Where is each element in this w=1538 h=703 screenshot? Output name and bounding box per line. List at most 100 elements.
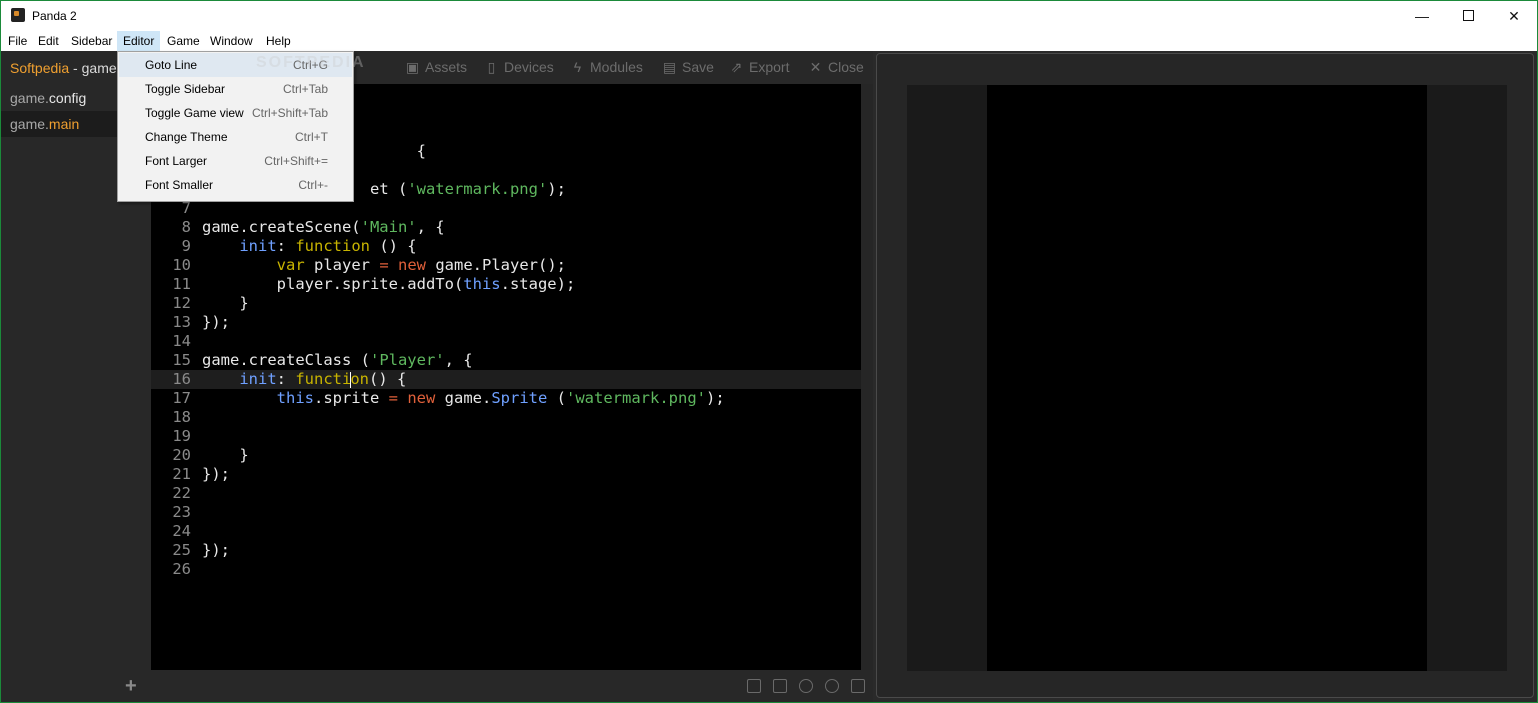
close-file-button[interactable]: ✕ Close	[808, 59, 864, 76]
code-text: });	[202, 541, 230, 559]
device-icon: ▯	[487, 59, 496, 75]
assets-button[interactable]: ▣ Assets	[405, 59, 467, 76]
menu-item-shortcut: Ctrl+Shift+=	[264, 154, 328, 168]
line-number: 20	[172, 446, 191, 464]
code-text: () {	[369, 237, 417, 255]
export-icon: ⇗	[730, 59, 743, 75]
code-keyword: functi	[295, 370, 352, 388]
line-number: 8	[181, 218, 191, 236]
line-number: 11	[172, 275, 191, 293]
menu-window[interactable]: Window	[210, 34, 253, 48]
zoom-out-icon[interactable]	[799, 679, 813, 693]
line-number: 16	[172, 370, 191, 388]
code-line: 12 }	[151, 294, 861, 313]
code-line: 25});	[151, 541, 861, 560]
code-keyword: new	[398, 256, 426, 274]
editor-scrollbar[interactable]	[861, 84, 873, 670]
code-string: 'watermark.png'	[407, 180, 548, 198]
menu-edit[interactable]: Edit	[38, 34, 59, 48]
code-text: {	[416, 142, 426, 160]
toggle-sidebar-icon[interactable]	[747, 679, 761, 693]
line-number: 19	[172, 427, 191, 445]
code-string: 'watermark.png'	[566, 389, 706, 407]
line-number: 13	[172, 313, 191, 331]
menu-editor[interactable]: Editor	[117, 31, 161, 51]
menu-item-shortcut: Ctrl+Tab	[282, 82, 328, 96]
code-text: :	[276, 370, 296, 388]
menu-help[interactable]: Help	[266, 34, 291, 48]
code-text: );	[547, 180, 566, 198]
menu-item-label: Change Theme	[145, 130, 228, 144]
code-line: 11 player.sprite.addTo(this.stage);	[151, 275, 861, 294]
code-line: 23	[151, 503, 861, 522]
toggle-game-view-icon[interactable]	[851, 679, 865, 693]
app-window: Panda 2 — ✕ File Edit Sidebar Editor Gam…	[0, 0, 1538, 703]
line-number: 14	[172, 332, 191, 350]
code-operator: =	[388, 389, 398, 407]
add-file-button[interactable]: +	[125, 675, 137, 698]
code-text: , {	[416, 218, 445, 236]
code-text: game.createScene(	[202, 218, 361, 236]
code-line: 22	[151, 484, 861, 503]
save-button[interactable]: ▤ Save	[662, 59, 714, 76]
close-window-button[interactable]: ✕	[1491, 1, 1537, 31]
menu-item-label: Toggle Sidebar	[145, 82, 226, 96]
current-code-line: 16 init: function() {	[151, 370, 861, 389]
menu-file[interactable]: File	[8, 34, 27, 48]
line-number: 26	[172, 560, 191, 578]
current-file-name: game.	[81, 60, 121, 76]
code-text: game.Player();	[426, 256, 566, 274]
devices-label: Devices	[504, 59, 554, 75]
minimize-button[interactable]: —	[1399, 1, 1445, 31]
file-basename: game.	[10, 90, 49, 106]
devices-button[interactable]: ▯ Devices	[484, 59, 554, 76]
menu-item-toggle-game-view[interactable]: Toggle Game view Ctrl+Shift+Tab	[119, 101, 352, 125]
watermark-text: SOFTPEDIA	[256, 54, 366, 71]
game-canvas[interactable]	[987, 85, 1427, 671]
menu-sidebar[interactable]: Sidebar	[71, 34, 112, 48]
maximize-button[interactable]	[1445, 1, 1491, 31]
project-name: Softpedia	[10, 60, 70, 76]
zoom-in-icon[interactable]	[825, 679, 839, 693]
code-text: () {	[369, 370, 407, 388]
menu-item-shortcut: Ctrl+Shift+Tab	[251, 106, 328, 120]
image-icon[interactable]	[773, 679, 787, 693]
code-line: 24	[151, 522, 861, 541]
line-number: 18	[172, 408, 191, 426]
game-view-frame	[876, 53, 1534, 698]
assets-label: Assets	[425, 59, 468, 75]
code-line: 19	[151, 427, 861, 446]
menu-game[interactable]: Game	[167, 34, 200, 48]
code-operator: =	[379, 256, 389, 274]
menu-item-font-smaller[interactable]: Font Smaller Ctrl+-	[119, 173, 352, 197]
window-title: Panda 2	[32, 9, 77, 23]
file-ext: main	[48, 116, 80, 132]
menu-bar: File Edit Sidebar Editor Game Window Hel…	[1, 31, 1537, 51]
line-number: 9	[181, 237, 191, 255]
project-title: Softpedia - game.	[10, 60, 121, 76]
code-text: );	[705, 389, 725, 407]
menu-item-change-theme[interactable]: Change Theme Ctrl+T	[119, 125, 352, 149]
code-text: });	[202, 313, 230, 331]
code-keyword: init	[239, 370, 277, 388]
line-number: 10	[172, 256, 191, 274]
code-text: et (	[369, 180, 408, 198]
menu-item-shortcut: Ctrl+T	[295, 130, 328, 144]
export-button[interactable]: ⇗ Export	[729, 59, 790, 76]
menu-item-font-larger[interactable]: Font Larger Ctrl+Shift+=	[119, 149, 352, 173]
line-number: 23	[172, 503, 191, 521]
panda-app-icon	[11, 8, 25, 22]
title-bar: Panda 2 — ✕	[1, 1, 1537, 31]
menu-item-shortcut: Ctrl+-	[298, 178, 328, 192]
code-text: , {	[444, 351, 473, 369]
code-string: 'Player'	[369, 351, 445, 369]
modules-button[interactable]: ϟ Modules	[570, 59, 643, 75]
code-keyword: this	[463, 275, 501, 293]
code-text: player	[304, 256, 380, 274]
code-line: 18	[151, 408, 861, 427]
code-keyword: init	[239, 237, 277, 255]
menu-item-toggle-sidebar[interactable]: Toggle Sidebar Ctrl+Tab	[119, 77, 352, 101]
project-separator: -	[69, 60, 82, 76]
